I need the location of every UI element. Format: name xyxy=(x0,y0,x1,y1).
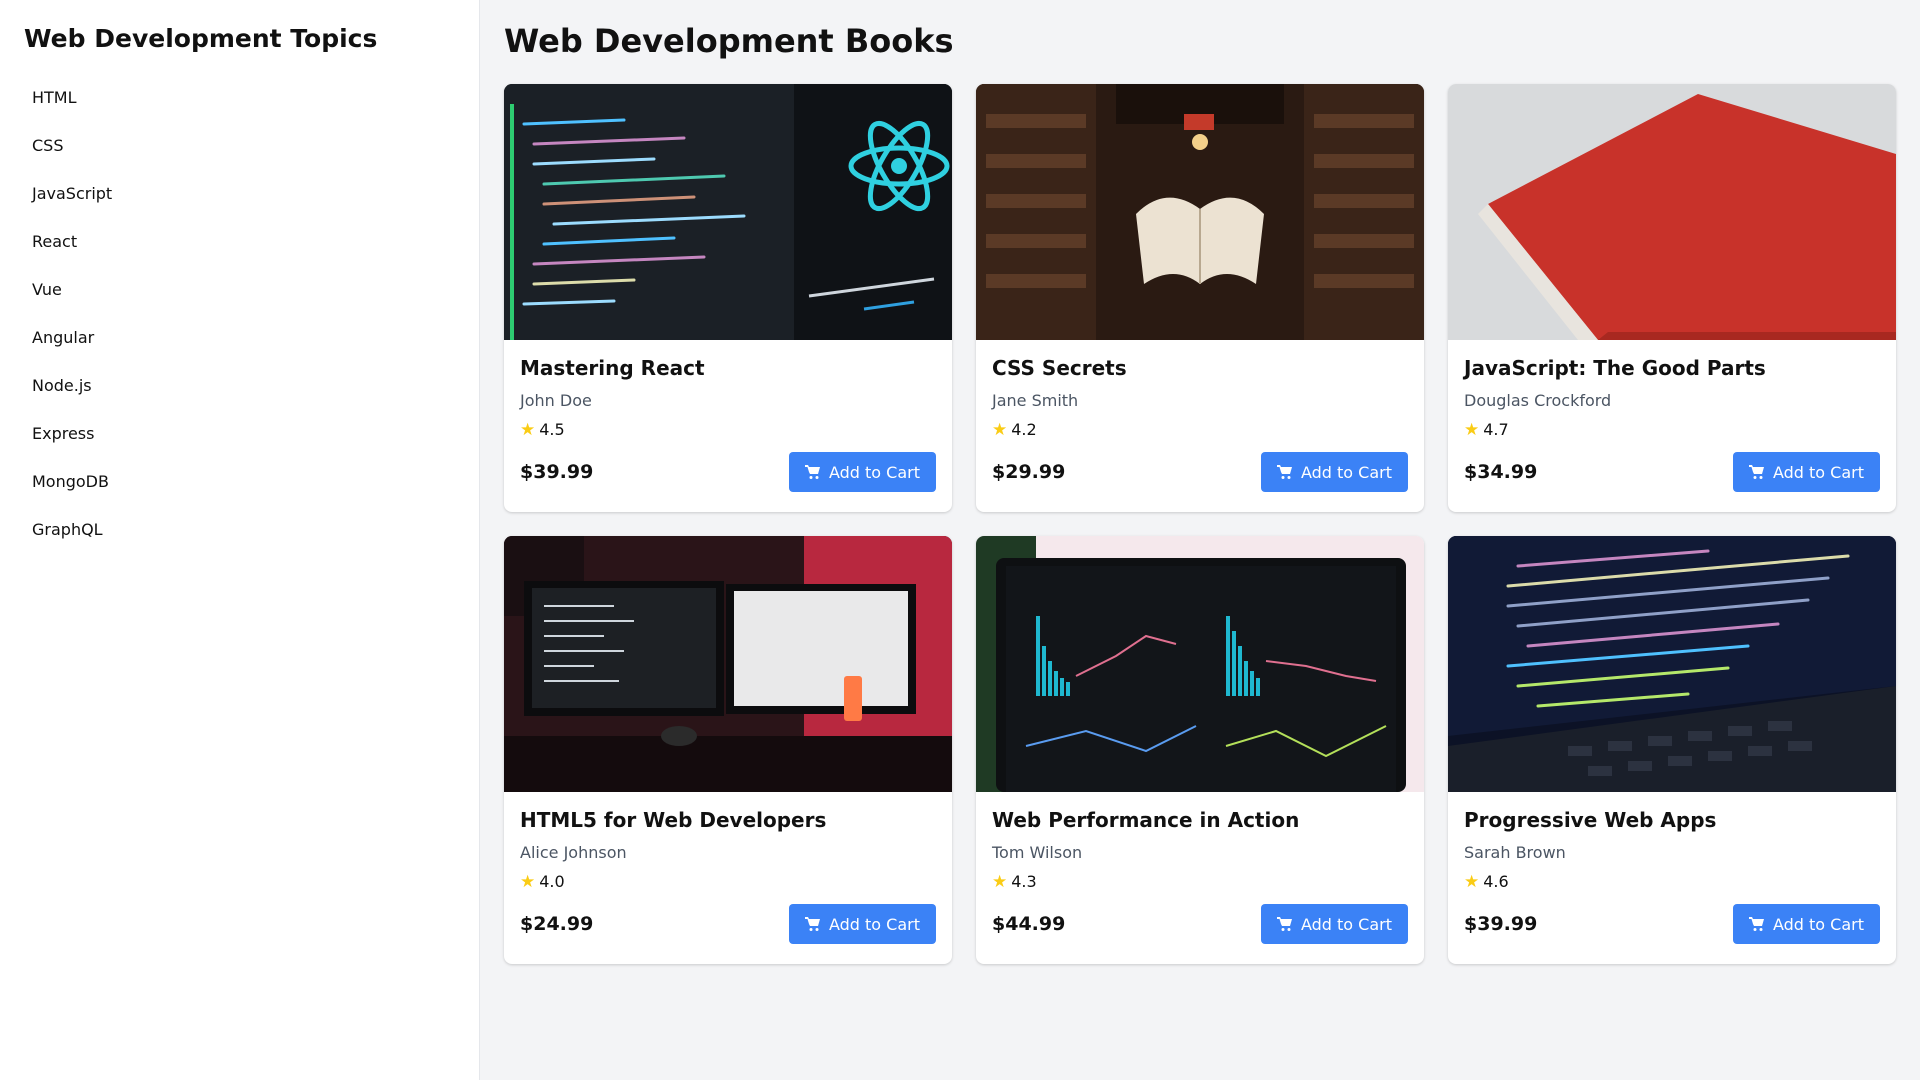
add-to-cart-label: Add to Cart xyxy=(1300,462,1392,482)
book-grid: Mastering React John Doe ★ 4.5 $39.99 Ad… xyxy=(504,84,1896,964)
main-content: Web Development Books Mastering React Jo… xyxy=(480,0,1920,1080)
book-card-body: Mastering React John Doe ★ 4.5 $39.99 Ad… xyxy=(504,340,952,508)
cart-icon xyxy=(1748,465,1764,479)
book-card-footer: $24.99 Add to Cart xyxy=(520,904,936,944)
cart-icon xyxy=(804,465,820,479)
book-rating: ★ 4.0 xyxy=(520,872,936,892)
book-title[interactable]: HTML5 for Web Developers xyxy=(520,808,936,832)
rating-value: 4.7 xyxy=(1483,420,1509,439)
sidebar-title: Web Development Topics xyxy=(24,24,378,53)
book-price: $34.99 xyxy=(1464,461,1538,483)
cart-icon xyxy=(1276,465,1292,479)
sidebar-item-javascript[interactable]: JavaScript xyxy=(24,170,455,218)
book-price: $29.99 xyxy=(992,461,1066,483)
add-to-cart-label: Add to Cart xyxy=(828,914,920,934)
sidebar-item-css[interactable]: CSS xyxy=(24,122,455,170)
book-rating: ★ 4.7 xyxy=(1464,420,1880,440)
rating-value: 4.0 xyxy=(539,872,565,891)
book-card: Web Performance in Action Tom Wilson ★ 4… xyxy=(976,536,1424,964)
book-cover-image[interactable] xyxy=(976,536,1424,792)
star-icon: ★ xyxy=(992,420,1008,440)
sidebar-item-vue[interactable]: Vue xyxy=(24,266,455,314)
book-card-body: HTML5 for Web Developers Alice Johnson ★… xyxy=(504,792,952,960)
add-to-cart-label: Add to Cart xyxy=(1300,914,1392,934)
book-rating: ★ 4.2 xyxy=(992,420,1408,440)
sidebar-item-nodejs[interactable]: Node.js xyxy=(24,362,455,410)
add-to-cart-label: Add to Cart xyxy=(828,462,920,482)
book-card-footer: $39.99 Add to Cart xyxy=(520,452,936,492)
book-card-body: Progressive Web Apps Sarah Brown ★ 4.6 $… xyxy=(1448,792,1896,960)
book-author: Tom Wilson xyxy=(992,843,1083,862)
book-card-footer: $44.99 Add to Cart xyxy=(992,904,1408,944)
add-to-cart-label: Add to Cart xyxy=(1772,914,1864,934)
book-cover-image[interactable] xyxy=(976,84,1424,340)
book-card: JavaScript: The Good Parts Douglas Crock… xyxy=(1448,84,1896,512)
sidebar-item-react[interactable]: React xyxy=(24,218,455,266)
star-icon: ★ xyxy=(1464,420,1480,440)
star-icon: ★ xyxy=(520,420,536,440)
book-author: John Doe xyxy=(520,391,592,410)
sidebar: Web Development Topics HTML CSS JavaScri… xyxy=(0,0,480,1080)
book-cover-image[interactable] xyxy=(504,536,952,792)
book-price: $39.99 xyxy=(1464,913,1538,935)
star-icon: ★ xyxy=(992,872,1008,892)
cart-icon xyxy=(1748,917,1764,931)
book-card: CSS Secrets Jane Smith ★ 4.2 $29.99 Add … xyxy=(976,84,1424,512)
topic-list: HTML CSS JavaScript React Vue Angular No… xyxy=(24,74,455,554)
sidebar-item-graphql[interactable]: GraphQL xyxy=(24,506,455,554)
sidebar-item-express[interactable]: Express xyxy=(24,410,455,458)
book-author: Alice Johnson xyxy=(520,843,627,862)
book-rating: ★ 4.3 xyxy=(992,872,1408,892)
sidebar-item-mongodb[interactable]: MongoDB xyxy=(24,458,455,506)
sidebar-item-angular[interactable]: Angular xyxy=(24,314,455,362)
book-price: $24.99 xyxy=(520,913,594,935)
book-card: Mastering React John Doe ★ 4.5 $39.99 Ad… xyxy=(504,84,952,512)
book-author: Douglas Crockford xyxy=(1464,391,1612,410)
add-to-cart-button[interactable]: Add to Cart xyxy=(1732,904,1880,944)
book-cover-image[interactable] xyxy=(1448,536,1896,792)
add-to-cart-button[interactable]: Add to Cart xyxy=(788,452,936,492)
rating-value: 4.5 xyxy=(539,420,565,439)
book-card-body: JavaScript: The Good Parts Douglas Crock… xyxy=(1448,340,1896,508)
book-author: Sarah Brown xyxy=(1464,843,1566,862)
book-card-footer: $34.99 Add to Cart xyxy=(1464,452,1880,492)
rating-value: 4.3 xyxy=(1011,872,1037,891)
book-cover-image[interactable] xyxy=(1448,84,1896,340)
book-card-footer: $29.99 Add to Cart xyxy=(992,452,1408,492)
add-to-cart-button[interactable]: Add to Cart xyxy=(788,904,936,944)
sidebar-item-html[interactable]: HTML xyxy=(24,74,455,122)
book-title[interactable]: Progressive Web Apps xyxy=(1464,808,1880,832)
book-title[interactable]: Mastering React xyxy=(520,356,936,380)
book-price: $44.99 xyxy=(992,913,1066,935)
book-author: Jane Smith xyxy=(992,391,1079,410)
book-card-body: Web Performance in Action Tom Wilson ★ 4… xyxy=(976,792,1424,960)
star-icon: ★ xyxy=(520,872,536,892)
app: Web Development Topics HTML CSS JavaScri… xyxy=(0,0,1920,1080)
star-icon: ★ xyxy=(1464,872,1480,892)
rating-value: 4.6 xyxy=(1483,872,1509,891)
book-card: HTML5 for Web Developers Alice Johnson ★… xyxy=(504,536,952,964)
rating-value: 4.2 xyxy=(1011,420,1037,439)
book-rating: ★ 4.5 xyxy=(520,420,936,440)
add-to-cart-button[interactable]: Add to Cart xyxy=(1260,904,1408,944)
cart-icon xyxy=(804,917,820,931)
book-rating: ★ 4.6 xyxy=(1464,872,1880,892)
cart-icon xyxy=(1276,917,1292,931)
book-title[interactable]: JavaScript: The Good Parts xyxy=(1464,356,1880,380)
book-cover-image[interactable] xyxy=(504,84,952,340)
add-to-cart-label: Add to Cart xyxy=(1772,462,1864,482)
book-price: $39.99 xyxy=(520,461,594,483)
book-title[interactable]: Web Performance in Action xyxy=(992,808,1408,832)
book-card: Progressive Web Apps Sarah Brown ★ 4.6 $… xyxy=(1448,536,1896,964)
book-card-body: CSS Secrets Jane Smith ★ 4.2 $29.99 Add … xyxy=(976,340,1424,508)
add-to-cart-button[interactable]: Add to Cart xyxy=(1260,452,1408,492)
add-to-cart-button[interactable]: Add to Cart xyxy=(1732,452,1880,492)
book-card-footer: $39.99 Add to Cart xyxy=(1464,904,1880,944)
book-title[interactable]: CSS Secrets xyxy=(992,356,1408,380)
page-title: Web Development Books xyxy=(504,22,954,60)
